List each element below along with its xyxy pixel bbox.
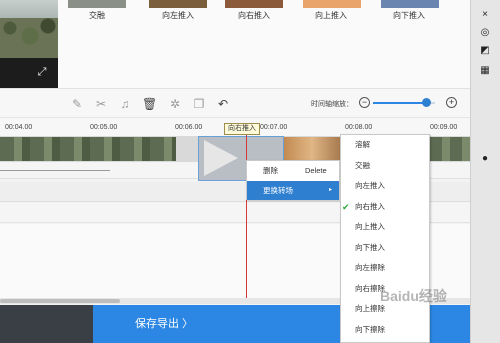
transition-label: 交融 xyxy=(89,11,105,20)
undo-icon[interactable]: ↶ xyxy=(216,97,230,111)
ruler-tick: 00:09.00 xyxy=(430,124,458,131)
save-export-button[interactable]: 保存导出 〉 xyxy=(93,305,338,343)
layers-icon[interactable]: ◎ xyxy=(478,26,492,40)
preview-bottom xyxy=(0,58,58,88)
right-panel: × ◎ ◩ ▦ ● xyxy=(470,0,500,343)
transition-label: 向右推入 xyxy=(238,11,270,20)
pencil-icon[interactable]: ✎ xyxy=(70,97,84,111)
ruler-tick: 00:07.00 xyxy=(260,124,288,131)
dot-icon: ● xyxy=(481,153,489,164)
transition-label: 向上推入 xyxy=(315,11,347,20)
transition-tile[interactable] xyxy=(303,0,361,8)
submenu-item[interactable]: 向下推入 xyxy=(341,238,429,259)
zoom-label: 时间轴缩放： xyxy=(311,101,353,108)
submenu-item[interactable]: 溶解 xyxy=(341,135,429,156)
zoom-in-icon[interactable]: + xyxy=(446,97,457,108)
video-preview xyxy=(0,0,58,88)
transition-tile[interactable] xyxy=(225,0,283,8)
video-clip[interactable] xyxy=(284,137,340,161)
trash-icon[interactable]: 🗑 xyxy=(142,97,157,111)
submenu-item[interactable]: 向左推入 xyxy=(341,176,429,197)
transition-tile[interactable] xyxy=(149,0,207,8)
ruler-tick: 00:04.00 xyxy=(5,124,33,131)
menu-item-label: 更换转场 xyxy=(263,186,293,195)
scissors-icon[interactable]: ✂ xyxy=(94,97,108,111)
submenu-item[interactable]: 交融 xyxy=(341,156,429,177)
transition-label: 向下推入 xyxy=(393,11,425,20)
transition-tile[interactable] xyxy=(381,0,439,8)
crop-icon[interactable]: ◩ xyxy=(478,44,492,58)
video-clip[interactable] xyxy=(0,137,176,161)
ruler-tick: 00:05.00 xyxy=(90,124,118,131)
playhead-tooltip: 向右推入 xyxy=(224,123,260,135)
transition-tile[interactable] xyxy=(68,0,126,8)
menu-item-label: 删除 xyxy=(263,166,278,175)
video-clip[interactable] xyxy=(430,137,470,161)
zoom-out-icon[interactable]: − xyxy=(359,97,370,108)
submenu-arrow-icon: ▸ xyxy=(329,187,333,193)
playhead-line[interactable] xyxy=(246,128,247,300)
zoom-slider-thumb[interactable] xyxy=(421,98,431,107)
transition-play-icon xyxy=(204,140,238,176)
audio-waveform xyxy=(0,170,110,171)
grid-icon[interactable]: ▦ xyxy=(478,64,492,78)
close-icon[interactable]: × xyxy=(478,8,492,22)
copy-icon[interactable]: ❐ xyxy=(192,97,206,111)
bell-icon[interactable]: ♫ xyxy=(118,97,132,111)
ruler-tick: 00:08.00 xyxy=(345,124,373,131)
preview-trees xyxy=(0,18,58,58)
checkmark-icon: ✔ xyxy=(342,202,350,212)
clip-context-menu: 删除 Delete 更换转场 ▸ xyxy=(246,160,340,200)
submenu-item[interactable]: 向左擦除 xyxy=(341,258,429,279)
bottom-bar-left xyxy=(0,305,93,343)
watermark: Baidu经验 xyxy=(380,288,447,304)
fullscreen-icon[interactable]: ⤢ xyxy=(36,66,48,78)
menu-item-shortcut: Delete xyxy=(305,166,327,175)
ruler-tick: 00:06.00 xyxy=(175,124,203,131)
submenu-item[interactable]: 向右推入 xyxy=(341,197,429,218)
transition-label: 向左推入 xyxy=(162,11,194,20)
submenu-item[interactable]: 向上推入 xyxy=(341,217,429,238)
transition-strip: 交融 向左推入 向右推入 向上推入 向下推入 xyxy=(58,0,470,88)
menu-item-change-transition[interactable]: 更换转场 ▸ xyxy=(247,181,339,200)
scrollbar-thumb[interactable] xyxy=(0,299,120,303)
settings-icon[interactable]: ✲ xyxy=(168,97,182,111)
menu-item-delete[interactable]: 删除 Delete xyxy=(247,161,339,180)
